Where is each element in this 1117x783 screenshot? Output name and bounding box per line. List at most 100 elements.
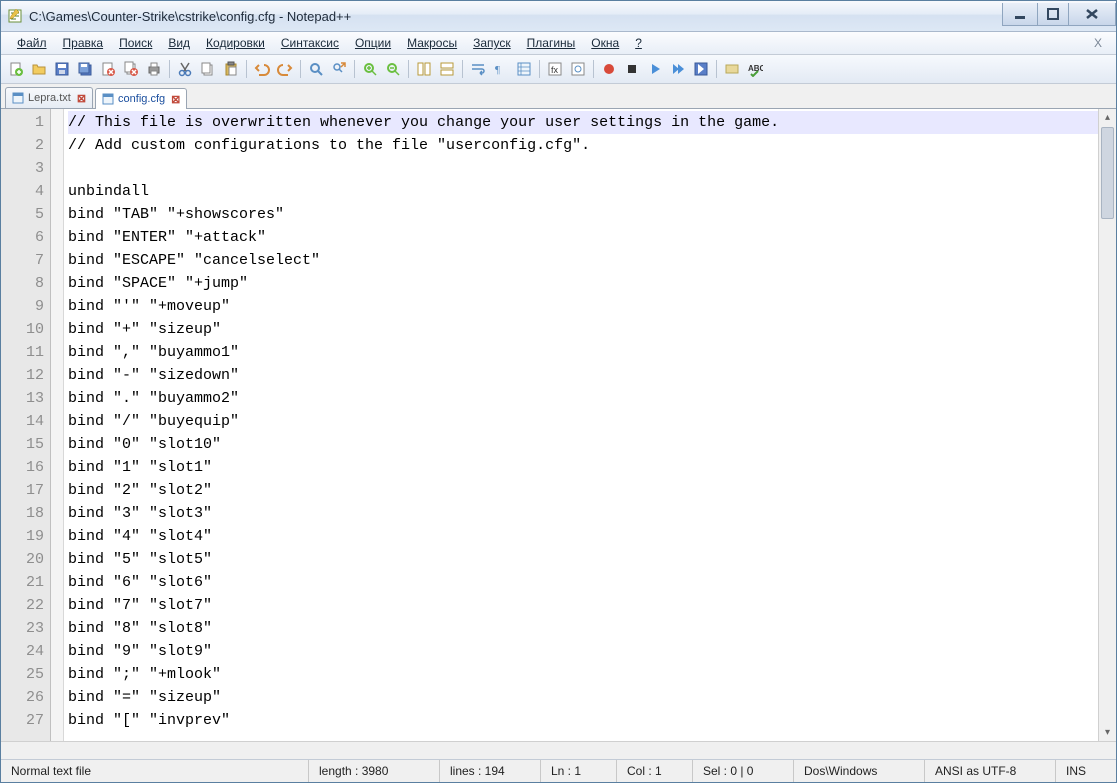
code-line[interactable]: bind "ESCAPE" "cancelselect" [68,249,1098,272]
minimize-button[interactable] [1002,3,1038,26]
code-line[interactable]: unbindall [68,180,1098,203]
menu-macro[interactable]: Макросы [399,34,465,52]
line-number: 18 [1,502,44,525]
menu-edit[interactable]: Правка [55,34,112,52]
save-icon[interactable] [51,58,73,80]
play-multi-icon[interactable] [667,58,689,80]
scroll-up-arrow[interactable]: ▴ [1099,109,1116,126]
doc-map-icon[interactable] [567,58,589,80]
menu-window[interactable]: Окна [583,34,627,52]
code-line[interactable]: // Add custom configurations to the file… [68,134,1098,157]
menu-language[interactable]: Синтаксис [273,34,347,52]
replace-icon[interactable] [328,58,350,80]
save-macro-icon[interactable] [690,58,712,80]
code-area[interactable]: // This file is overwritten whenever you… [64,109,1098,741]
toolbar-separator [539,60,540,78]
titlebar[interactable]: C:\Games\Counter-Strike\cstrike\config.c… [1,1,1116,32]
sync-h-icon[interactable] [436,58,458,80]
find-icon[interactable] [305,58,327,80]
code-line[interactable]: bind ";" "+mlook" [68,663,1098,686]
record-icon[interactable] [598,58,620,80]
svg-text:fx: fx [551,65,559,75]
code-line[interactable]: bind "9" "slot9" [68,640,1098,663]
close-all-icon[interactable] [120,58,142,80]
status-filetype: Normal text file [1,760,309,782]
code-line[interactable]: bind "." "buyammo2" [68,387,1098,410]
copy-icon[interactable] [197,58,219,80]
zoom-in-icon[interactable] [359,58,381,80]
line-number: 11 [1,341,44,364]
code-line[interactable]: bind "4" "slot4" [68,525,1098,548]
redo-icon[interactable] [274,58,296,80]
save-all-icon[interactable] [74,58,96,80]
new-file-icon[interactable] [5,58,27,80]
code-line[interactable] [68,157,1098,180]
close-icon[interactable] [97,58,119,80]
line-number: 1 [1,111,44,134]
cut-icon[interactable] [174,58,196,80]
tabbar: Lepra.txt ⊠ config.cfg ⊠ [1,84,1116,109]
tab-close-icon[interactable]: ⊠ [77,92,86,105]
fold-margin[interactable] [51,109,64,741]
maximize-button[interactable] [1037,3,1069,26]
print-icon[interactable] [143,58,165,80]
toggle-icon[interactable] [721,58,743,80]
scrollbar-thumb[interactable] [1101,127,1114,219]
code-line[interactable]: // This file is overwritten whenever you… [68,111,1098,134]
indent-guide-icon[interactable] [513,58,535,80]
code-line[interactable]: bind "2" "slot2" [68,479,1098,502]
status-length: length : 3980 [309,760,440,782]
window-title: C:\Games\Counter-Strike\cstrike\config.c… [29,9,1003,24]
menubar-close-button[interactable]: X [1088,36,1108,50]
spell-icon[interactable]: ABC [744,58,766,80]
code-line[interactable]: bind "3" "slot3" [68,502,1098,525]
menu-file[interactable]: Файл [9,34,55,52]
code-line[interactable]: bind "TAB" "+showscores" [68,203,1098,226]
code-line[interactable]: bind "[" "invprev" [68,709,1098,732]
zoom-out-icon[interactable] [382,58,404,80]
line-number: 25 [1,663,44,686]
code-line[interactable]: bind "," "buyammo1" [68,341,1098,364]
tab-close-icon[interactable]: ⊠ [171,93,180,106]
all-chars-icon[interactable]: ¶ [490,58,512,80]
line-number: 2 [1,134,44,157]
code-line[interactable]: bind "-" "sizedown" [68,364,1098,387]
menu-plugins[interactable]: Плагины [519,34,584,52]
code-line[interactable]: bind "/" "buyequip" [68,410,1098,433]
scroll-down-arrow[interactable]: ▾ [1099,724,1116,741]
wrap-icon[interactable] [467,58,489,80]
toolbar-separator [354,60,355,78]
menu-search[interactable]: Поиск [111,34,160,52]
menu-run[interactable]: Запуск [465,34,519,52]
undo-icon[interactable] [251,58,273,80]
open-file-icon[interactable] [28,58,50,80]
code-line[interactable]: bind "+" "sizeup" [68,318,1098,341]
sync-v-icon[interactable] [413,58,435,80]
horizontal-scrollbar[interactable] [1,741,1116,759]
line-number: 16 [1,456,44,479]
menu-help[interactable]: ? [627,34,650,52]
menu-view[interactable]: Вид [160,34,198,52]
app-icon [7,8,23,24]
code-line[interactable]: bind "ENTER" "+attack" [68,226,1098,249]
line-number: 22 [1,594,44,617]
tab-config[interactable]: config.cfg ⊠ [95,88,187,109]
code-line[interactable]: bind "6" "slot6" [68,571,1098,594]
code-line[interactable]: bind "1" "slot1" [68,456,1098,479]
code-line[interactable]: bind "=" "sizeup" [68,686,1098,709]
code-line[interactable]: bind "5" "slot5" [68,548,1098,571]
vertical-scrollbar[interactable]: ▴ ▾ [1098,109,1116,741]
code-line[interactable]: bind "SPACE" "+jump" [68,272,1098,295]
stop-icon[interactable] [621,58,643,80]
lang-icon[interactable]: fx [544,58,566,80]
code-line[interactable]: bind "0" "slot10" [68,433,1098,456]
play-icon[interactable] [644,58,666,80]
paste-icon[interactable] [220,58,242,80]
tab-lepra[interactable]: Lepra.txt ⊠ [5,87,93,108]
menu-encoding[interactable]: Кодировки [198,34,273,52]
close-window-button[interactable] [1068,3,1116,26]
menu-settings[interactable]: Опции [347,34,399,52]
code-line[interactable]: bind "7" "slot7" [68,594,1098,617]
code-line[interactable]: bind "8" "slot8" [68,617,1098,640]
code-line[interactable]: bind "'" "+moveup" [68,295,1098,318]
